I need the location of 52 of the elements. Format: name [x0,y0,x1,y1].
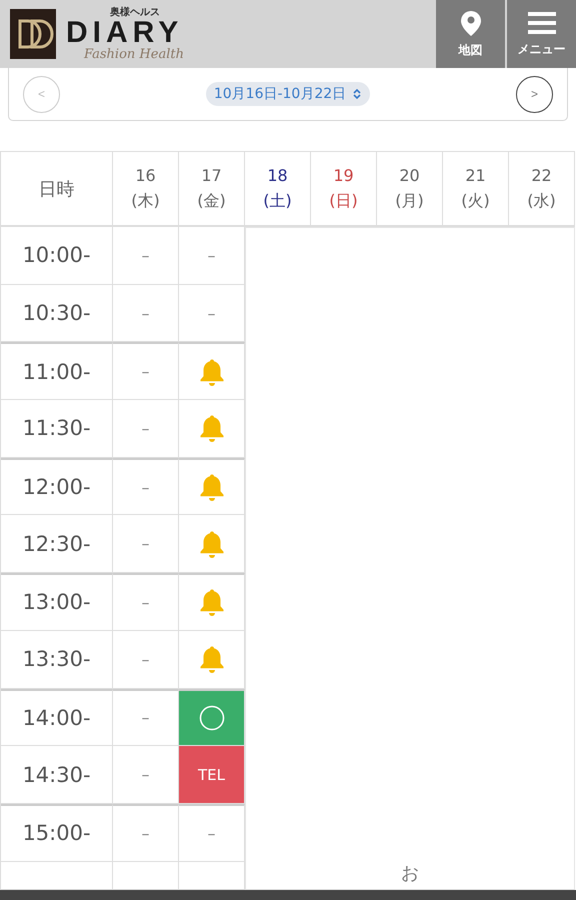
phone-slot[interactable]: TEL [179,746,245,804]
sort-arrows-icon [352,88,362,100]
bell-icon [198,645,224,674]
day-header: 22 (水) [509,151,575,227]
brand-tagline: 奥様ヘルス [110,6,160,18]
closed-note: お [401,862,419,885]
time-cell: 15:00- [1,804,113,862]
circle-icon [198,704,224,731]
table-cell: – [113,284,179,342]
column-header: 日時 [1,151,113,227]
table-cell: – [179,227,245,285]
time-cell: 14:30- [1,746,113,804]
bell-icon [198,414,224,442]
next-week-button[interactable]: > [516,76,553,112]
menu-icon [528,10,556,34]
day-header: 20 (月) [377,151,443,227]
time-cell: 12:30- [1,515,113,574]
logo-icon [10,9,56,59]
table-cell: – [113,400,179,458]
table-cell: – [113,458,179,516]
time-cell: 13:30- [1,630,113,688]
bell-icon [198,530,224,558]
bell-icon [198,473,224,502]
day-header: 17 (金) [179,151,245,227]
time-cell: 10:30- [1,284,113,342]
day-header: 18 (土) [245,151,311,227]
table-cell: – [113,630,179,688]
brand-subtitle: Fashion Health [84,48,184,62]
time-cell: 14:00- [1,688,113,746]
week-range-selector[interactable]: 10月16日-10月22日 [206,82,370,106]
bell-icon [198,358,224,386]
map-pin-icon [460,10,482,36]
day-header: 21 (火) [443,151,509,227]
time-cell: 12:00- [1,458,113,516]
time-cell: 10:00- [1,227,113,285]
time-cell: 13:00- [1,573,113,631]
table-cell: – [179,804,245,862]
table-cell: – [179,284,245,342]
brand-name: DIARY [66,18,184,48]
table-cell: – [113,227,179,285]
table-cell: – [113,342,179,400]
time-cell: 11:00- [1,342,113,400]
time-cell: 11:30- [1,400,113,458]
bell-icon [198,588,224,616]
table-cell: – [113,573,179,631]
map-button[interactable]: 地図 [436,0,505,68]
table-cell: – [113,804,179,862]
day-header: 16 (木) [113,151,179,227]
table-cell: – [113,515,179,574]
available-slot[interactable] [179,688,245,746]
day-header: 19 (日) [311,151,377,227]
menu-button[interactable]: メニュー [507,0,576,68]
